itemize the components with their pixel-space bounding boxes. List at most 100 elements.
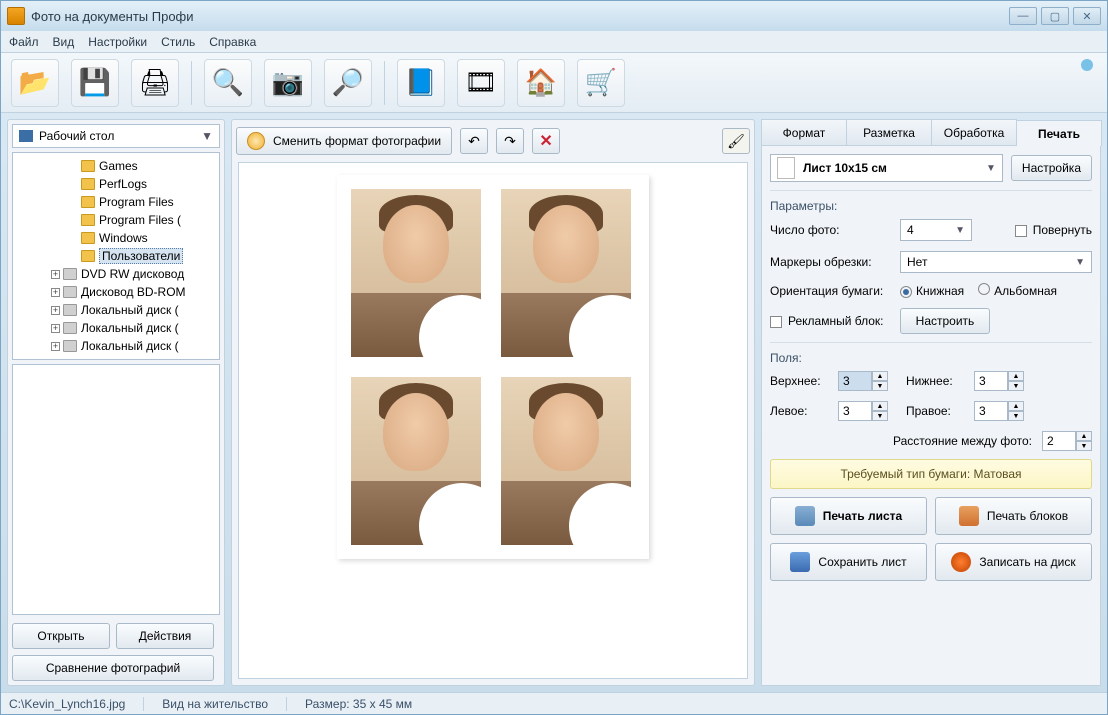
expand-icon[interactable]: + [51,342,60,351]
expand-icon[interactable]: + [51,270,60,279]
toolbar-cart-icon[interactable]: 🛒 [577,59,625,107]
toolbar-help-icon[interactable]: 📘 [397,59,445,107]
drive-icon [63,322,77,334]
rotate-left-icon[interactable]: ↶ [460,128,488,154]
tree-item[interactable]: +DVD RW дисковод [13,265,219,283]
photo-count-select[interactable]: 4▼ [900,219,972,241]
location-combo[interactable]: Рабочий стол ▼ [12,124,220,148]
tab-layout[interactable]: Разметка [846,119,932,145]
tree-item[interactable]: +Локальный диск ( [13,337,219,355]
tree-item[interactable]: Games [13,157,219,175]
tab-processing[interactable]: Обработка [931,119,1017,145]
tree-item[interactable]: Пользователи [13,247,219,265]
toolbar-open-icon[interactable]: 📂 [11,59,59,107]
margin-top-label: Верхнее: [770,374,830,388]
margin-left-label: Левое: [770,404,830,418]
toolbar-video-icon[interactable]: 🎞 [457,59,505,107]
margin-right-input[interactable]: ▲▼ [974,401,1024,421]
print-sheet [337,175,649,559]
tree-item-label: Локальный диск ( [81,303,179,317]
margin-bottom-label: Нижнее: [906,374,966,388]
toolbar-camera-icon[interactable]: 📷 [264,59,312,107]
compare-button[interactable]: Сравнение фотографий [12,655,214,681]
tab-format[interactable]: Формат [761,119,847,145]
drive-icon [63,268,77,280]
status-size: Размер: 35 x 45 мм [305,697,412,711]
toolbar-zoom-icon[interactable]: 🔍 [204,59,252,107]
margin-left-input[interactable]: ▲▼ [838,401,888,421]
menubar: Файл Вид Настройки Стиль Справка [1,31,1107,53]
menu-file[interactable]: Файл [9,35,39,49]
tree-item[interactable]: + Локальный диск ( [13,301,219,319]
spacing-input[interactable]: ▲▼ [1042,431,1092,451]
menu-help[interactable]: Справка [209,35,256,49]
menu-view[interactable]: Вид [53,35,75,49]
minimize-button[interactable]: — [1009,7,1037,25]
rotate-checkbox[interactable] [1015,225,1027,237]
chevron-down-icon: ▼ [986,163,996,174]
adblock-configure-button[interactable]: Настроить [900,308,990,334]
delete-icon[interactable]: ✕ [532,128,560,154]
crop-markers-select[interactable]: Нет▼ [900,251,1092,273]
tree-item-label: Program Files [99,195,174,209]
photo-slot[interactable] [501,189,631,357]
disc-icon [951,552,971,572]
menu-settings[interactable]: Настройки [88,35,147,49]
expand-icon[interactable]: + [51,324,60,333]
burn-disc-button[interactable]: Записать на диск [935,543,1092,581]
rotate-right-icon[interactable]: ↷ [496,128,524,154]
tree-item[interactable]: Program Files [13,193,219,211]
tree-item[interactable]: Windows [13,229,219,247]
adblock-checkbox[interactable] [770,316,782,328]
toolbar-inspect-icon[interactable]: 🔎 [324,59,372,107]
photo-slot[interactable] [351,377,481,545]
margin-bottom-input[interactable]: ▲▼ [974,371,1024,391]
paper-size-select[interactable]: Лист 10х15 см ▼ [770,154,1003,182]
drive-icon [63,304,77,316]
folder-icon [81,160,95,172]
folder-icon [81,232,95,244]
orientation-landscape-radio[interactable] [978,283,990,295]
right-panel: Формат Разметка Обработка Печать Лист 10… [761,119,1101,686]
toolbar-save-icon[interactable]: 💾 [71,59,119,107]
print-sheet-button[interactable]: Печать листа [770,497,927,535]
folder-tree[interactable]: Games PerfLogs Program Files Program Files … [12,152,220,360]
params-heading: Параметры: [770,199,1092,213]
tree-item[interactable]: +Дисковод BD-ROM [13,283,219,301]
tree-item[interactable]: PerfLogs [13,175,219,193]
tree-hscrollbar[interactable]: ◄ ► [13,359,219,360]
expand-icon[interactable]: + [51,306,60,315]
save-sheet-button[interactable]: Сохранить лист [770,543,927,581]
change-format-button[interactable]: Сменить формат фотографии [236,127,452,155]
help-dot-icon[interactable] [1081,59,1093,71]
brush-icon[interactable]: 🖌 [722,128,750,154]
toolbar-home-icon[interactable]: 🏠 [517,59,565,107]
folder-icon [81,250,95,262]
photo-count-label: Число фото: [770,223,900,237]
print-blocks-button[interactable]: Печать блоков [935,497,1092,535]
photo-slot[interactable] [501,377,631,545]
photo-slot[interactable] [351,189,481,357]
status-mode: Вид на жительство [162,697,287,711]
paper-size-label: Лист 10х15 см [803,161,887,175]
maximize-button[interactable]: ▢ [1041,7,1069,25]
open-button[interactable]: Открыть [12,623,110,649]
toolbar-print-icon[interactable]: 🖨 [131,59,179,107]
paper-setup-button[interactable]: Настройка [1011,155,1092,181]
tree-item[interactable]: +Локальный диск ( [13,319,219,337]
close-button[interactable]: ✕ [1073,7,1101,25]
margins-heading: Поля: [770,351,1092,365]
folder-icon [81,196,95,208]
tab-print[interactable]: Печать [1016,120,1102,146]
menu-style[interactable]: Стиль [161,35,195,49]
expand-icon[interactable]: + [51,288,60,297]
orientation-portrait-radio[interactable] [900,286,912,298]
location-label: Рабочий стол [39,129,114,143]
tree-item[interactable]: Program Files ( [13,211,219,229]
tree-item-label: PerfLogs [99,177,147,191]
titlebar: Фото на документы Профи — ▢ ✕ [1,1,1107,31]
left-panel: Рабочий стол ▼ Games PerfLogs Program File… [7,119,225,686]
actions-button[interactable]: Действия [116,623,214,649]
margin-top-input[interactable]: ▲▼ [838,371,888,391]
folder-icon [81,178,95,190]
